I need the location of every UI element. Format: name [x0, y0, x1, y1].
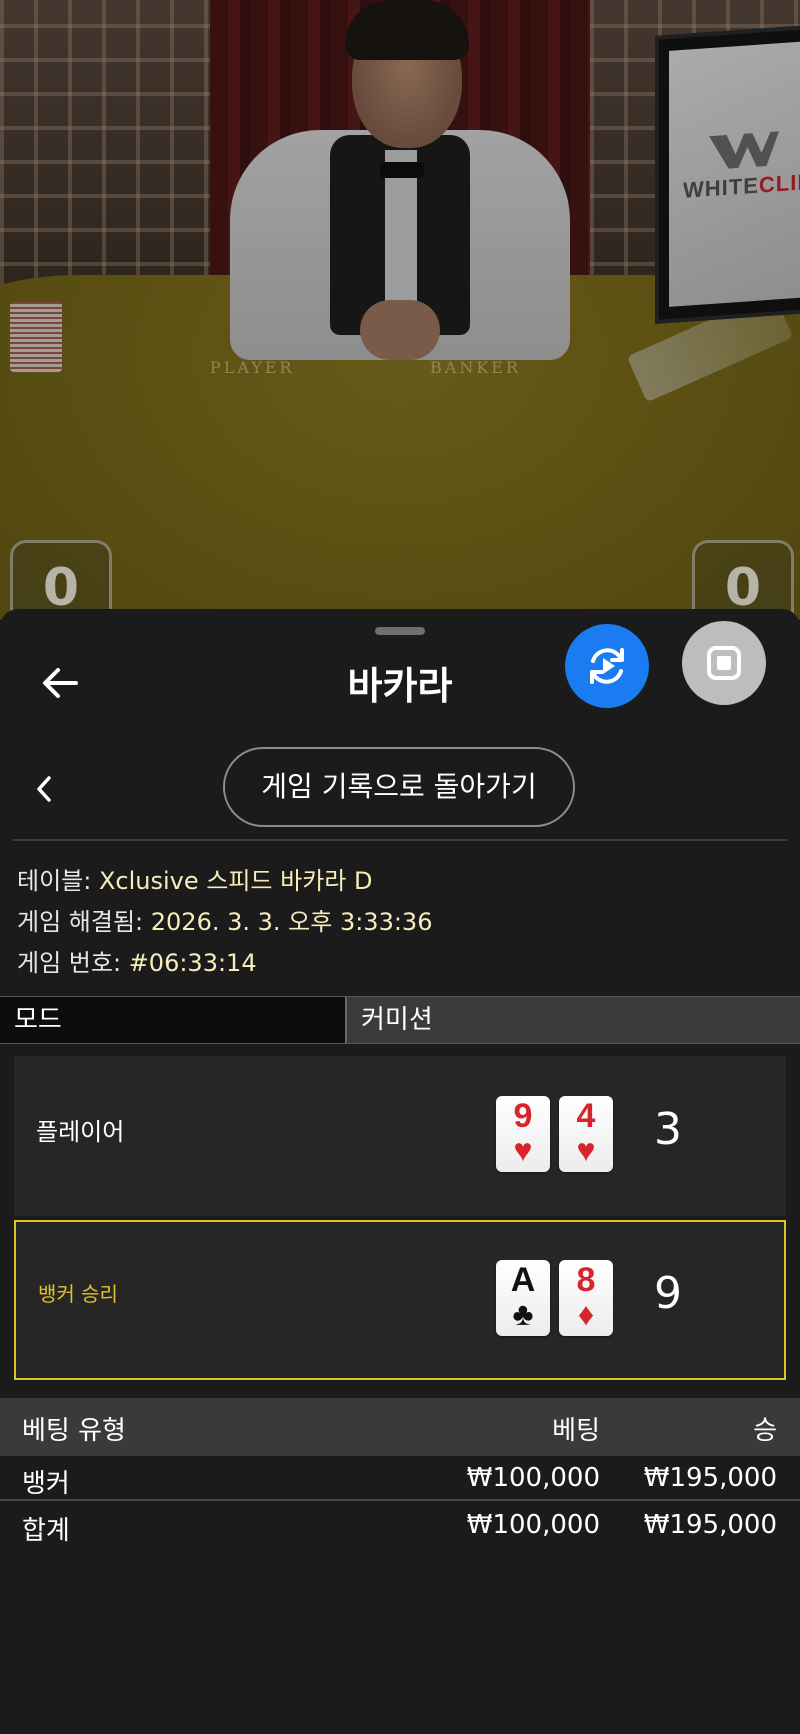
back-to-history-button[interactable]: 게임 기록으로 돌아가기 [223, 747, 575, 827]
win-amount-cell: ₩195,000 [643, 1463, 777, 1493]
total-label: 합계 [22, 1516, 70, 1546]
game-number-info: 게임 번호: #06:33:14 [17, 943, 257, 978]
stop-button[interactable] [682, 621, 766, 705]
table-row: 뱅커 ₩100,000 ₩195,000 [0, 1459, 800, 1503]
header-bet: 베팅 [552, 1416, 600, 1446]
resolved-info-value: 2026. 3. 3. 오후 3:33:36 [150, 908, 433, 936]
tab-mode[interactable]: 모드 [0, 997, 347, 1043]
total-row: 합계 ₩100,000 ₩195,000 [0, 1506, 800, 1550]
header-win: 승 [753, 1416, 777, 1446]
bets-table-header: 베팅 유형 베팅 승 [0, 1398, 800, 1456]
replay-button[interactable] [565, 624, 649, 708]
playing-card: A ♣ [496, 1260, 550, 1336]
banker-hand-score: 9 [654, 1268, 682, 1319]
banker-hand-row: 뱅커 승리 A ♣ 8 ♦ 9 [14, 1220, 786, 1380]
divider [13, 839, 787, 841]
game-history-sheet: 바카라 게임 기록으로 돌아가기 테이블: Xclusive 스피드 바카라 D… [0, 609, 800, 1734]
table-info-label: 테이블: [17, 867, 92, 895]
playing-card: 4 ♥ [559, 1096, 613, 1172]
tab-bar: 모드 커미션 [0, 996, 800, 1044]
bet-type-cell: 뱅커 [22, 1469, 70, 1499]
live-video-feed: WHITECLIFF PLAYER BANKER 0 0 [0, 0, 800, 620]
resolved-info: 게임 해결됨: 2026. 3. 3. 오후 3:33:36 [17, 902, 432, 937]
playing-card: 9 ♥ [496, 1096, 550, 1172]
resolved-info-label: 게임 해결됨: [17, 908, 144, 936]
sheet-grabber[interactable] [375, 627, 425, 635]
player-score-display: 0 [10, 540, 112, 620]
playing-card: 8 ♦ [559, 1260, 613, 1336]
banker-score-display: 0 [692, 540, 794, 620]
chevron-left-icon[interactable] [32, 773, 56, 805]
divider [0, 1499, 800, 1501]
tab-commission[interactable]: 커미션 [347, 997, 800, 1043]
player-hand-row: 플레이어 9 ♥ 4 ♥ 3 [14, 1056, 786, 1216]
total-bet-cell: ₩100,000 [466, 1510, 600, 1540]
player-hand-score: 3 [654, 1104, 682, 1155]
replay-icon [590, 648, 624, 684]
header-bet-type: 베팅 유형 [22, 1416, 126, 1446]
table-info-value: Xclusive 스피드 바카라 D [98, 867, 373, 895]
stop-icon [707, 646, 741, 680]
total-win-cell: ₩195,000 [643, 1510, 777, 1540]
table-info: 테이블: Xclusive 스피드 바카라 D [17, 861, 372, 896]
banker-win-label: 뱅커 승리 [38, 1282, 118, 1306]
player-hand-label: 플레이어 [36, 1118, 125, 1146]
bet-amount-cell: ₩100,000 [466, 1463, 600, 1493]
game-number-value: #06:33:14 [128, 949, 257, 977]
game-number-label: 게임 번호: [17, 949, 122, 977]
page-title: 바카라 [347, 664, 453, 708]
